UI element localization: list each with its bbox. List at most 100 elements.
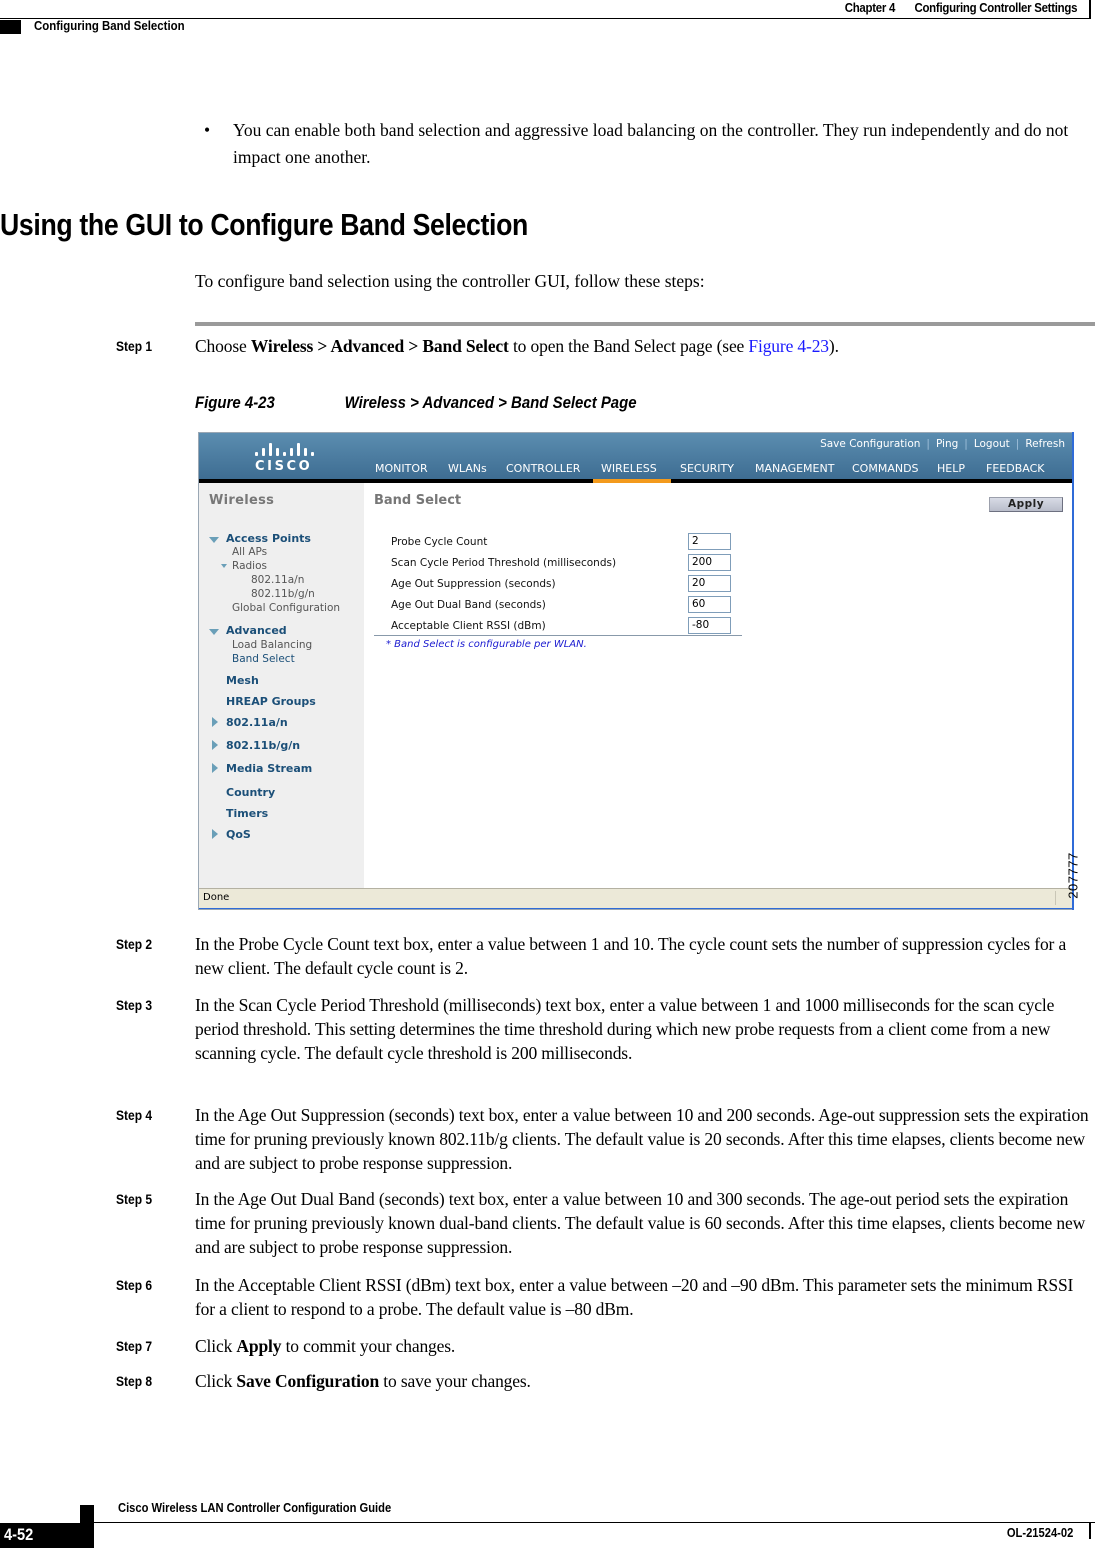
sidebar-item-80211an[interactable]: 802.11a/n <box>226 716 288 729</box>
step-text-part: Choose <box>195 336 251 356</box>
probe-cycle-count-label: Probe Cycle Count <box>391 536 488 548</box>
section-heading: Using the GUI to Configure Band Selectio… <box>0 207 529 242</box>
nav-help[interactable]: HELP <box>937 462 965 475</box>
nav-security[interactable]: SECURITY <box>680 462 734 475</box>
content-title: Band Select <box>374 493 462 508</box>
step-text: In the Scan Cycle Period Threshold (mill… <box>195 995 1055 1063</box>
nav-wlans[interactable]: WLANs <box>448 462 487 475</box>
figure-id-text: 207777 <box>1065 852 1081 899</box>
collapsed-arrow-icon[interactable] <box>212 740 218 750</box>
age-out-dual-band-input[interactable]: 60 <box>688 596 731 613</box>
fields-divider <box>374 635 742 636</box>
sidebar-item-timers[interactable]: Timers <box>226 807 268 820</box>
save-configuration-link[interactable]: Save Configuration <box>820 438 920 450</box>
sidebar-item-80211bgn[interactable]: 802.11b/g/n <box>226 739 300 752</box>
probe-cycle-count-input[interactable]: 2 <box>688 533 731 550</box>
bullet-item: • You can enable both band selection and… <box>204 117 1074 171</box>
nav-monitor[interactable]: MONITOR <box>375 462 428 475</box>
step-text: Choose Wireless > Advanced > Band Select… <box>195 334 1095 358</box>
status-text: Done <box>203 892 230 903</box>
top-links: Save Configuration | Ping | Logout | Refresh <box>820 438 1065 450</box>
apply-button[interactable]: Apply <box>989 497 1063 512</box>
step-text-part: Click <box>195 1371 237 1391</box>
sidebar-item-radio-80211bgn[interactable]: 802.11b/g/n <box>251 588 315 600</box>
acceptable-client-rssi-input[interactable]: -80 <box>688 617 731 634</box>
age-out-dual-band-label: Age Out Dual Band (seconds) <box>391 599 546 611</box>
sidebar-item-radios[interactable]: Radios <box>232 560 267 572</box>
bullet-text: You can enable both band selection and a… <box>233 120 1069 167</box>
cisco-logo: CISCO <box>253 442 314 476</box>
step-label: Step 2 <box>116 936 153 952</box>
sidebar-item-country[interactable]: Country <box>226 786 275 799</box>
band-select-screenshot: CISCO Save Configuration | Ping | Logout | Ref… <box>198 432 1074 910</box>
footer-tick <box>1089 1523 1091 1539</box>
step-text: Click Apply to commit your changes. <box>195 1334 1095 1358</box>
footer-block <box>80 1505 94 1523</box>
guide-title: Cisco Wireless LAN Controller Configurat… <box>118 1500 392 1515</box>
page-number: 4-52 <box>4 1525 34 1544</box>
scan-cycle-period-threshold-input[interactable]: 200 <box>688 554 731 571</box>
cisco-logo-text: CISCO <box>255 459 313 474</box>
expanded-arrow-icon[interactable] <box>221 564 227 568</box>
step-text: Click Save Configuration to save your ch… <box>195 1369 1095 1393</box>
sidebar-title: Wireless <box>209 493 275 508</box>
doc-number: OL-21524-02 <box>1006 1525 1073 1540</box>
cisco-logo-bars-icon <box>253 442 314 456</box>
nav-feedback[interactable]: FEEDBACK <box>986 462 1044 475</box>
step-label: Step 1 <box>116 338 153 354</box>
step-text-part: ). <box>828 336 839 356</box>
sidebar-item-band-select[interactable]: Band Select <box>232 653 295 665</box>
step-text-part: Click <box>195 1336 237 1356</box>
step-label: Step 8 <box>116 1373 153 1389</box>
header-block <box>0 20 21 34</box>
header-tick <box>1089 0 1091 19</box>
step-text-part: to save your changes. <box>379 1371 531 1391</box>
steps-rule <box>195 322 1095 326</box>
age-out-suppression-input[interactable]: 20 <box>688 575 731 592</box>
sidebar-item-global-configuration[interactable]: Global Configuration <box>232 602 340 614</box>
footer-rule <box>80 1522 1095 1523</box>
logout-link[interactable]: Logout <box>974 438 1010 450</box>
ui-element-name: Apply <box>236 1336 282 1356</box>
expanded-arrow-icon[interactable] <box>209 537 219 543</box>
window-right-border <box>1072 432 1074 910</box>
step-label: Step 3 <box>116 997 153 1013</box>
step-label: Step 5 <box>116 1191 153 1207</box>
intro-text: To configure band selection using the co… <box>195 271 705 291</box>
figure-caption: Figure 4-23 Wireless > Advanced > Band Se… <box>195 393 637 413</box>
step-text-part: to commit your changes. <box>281 1336 456 1356</box>
step-text: In the Acceptable Client RSSI (dBm) text… <box>195 1275 1074 1319</box>
sidebar-item-mesh[interactable]: Mesh <box>226 674 259 687</box>
nav-management[interactable]: MANAGEMENT <box>755 462 834 475</box>
sidebar-item-all-aps[interactable]: All APs <box>232 546 267 558</box>
step-label: Step 4 <box>116 1107 153 1123</box>
nav-commands[interactable]: COMMANDS <box>852 462 919 475</box>
sidebar-item-qos[interactable]: QoS <box>226 828 251 841</box>
step-text: In the Age Out Suppression (seconds) tex… <box>195 1105 1089 1173</box>
sidebar: Wireless Access Points All APs Radios 80… <box>199 483 364 888</box>
section-header: Configuring Band Selection <box>34 18 185 33</box>
sidebar-item-media-stream[interactable]: Media Stream <box>226 762 312 775</box>
collapsed-arrow-icon[interactable] <box>212 763 218 773</box>
collapsed-arrow-icon[interactable] <box>212 829 218 839</box>
sidebar-item-hreap-groups[interactable]: HREAP Groups <box>226 695 316 708</box>
sidebar-item-load-balancing[interactable]: Load Balancing <box>232 639 312 651</box>
sidebar-item-advanced[interactable]: Advanced <box>226 624 287 637</box>
step-text: In the Age Out Dual Band (seconds) text … <box>195 1189 1086 1257</box>
window-bottom-border <box>199 908 1073 909</box>
expanded-arrow-icon[interactable] <box>209 629 219 635</box>
nav-wireless[interactable]: WIRELESS <box>601 462 657 475</box>
ping-link[interactable]: Ping <box>936 438 958 450</box>
chapter-number: Chapter 4 <box>844 0 895 15</box>
figure-link[interactable]: Figure 4-23 <box>748 336 829 356</box>
top-bar: CISCO Save Configuration | Ping | Logout | Ref… <box>199 433 1073 479</box>
step-text-part: to open the Band Select page (see <box>508 336 749 356</box>
step-label: Step 6 <box>116 1277 153 1293</box>
refresh-link[interactable]: Refresh <box>1025 438 1065 450</box>
sidebar-item-access-points[interactable]: Access Points <box>226 532 311 545</box>
nav-controller[interactable]: CONTROLLER <box>506 462 580 475</box>
sidebar-item-radio-80211an[interactable]: 802.11a/n <box>251 574 304 586</box>
figure-id: 207777 <box>1066 842 1094 912</box>
collapsed-arrow-icon[interactable] <box>212 717 218 727</box>
page-number-box: 4-52 <box>0 1523 94 1548</box>
